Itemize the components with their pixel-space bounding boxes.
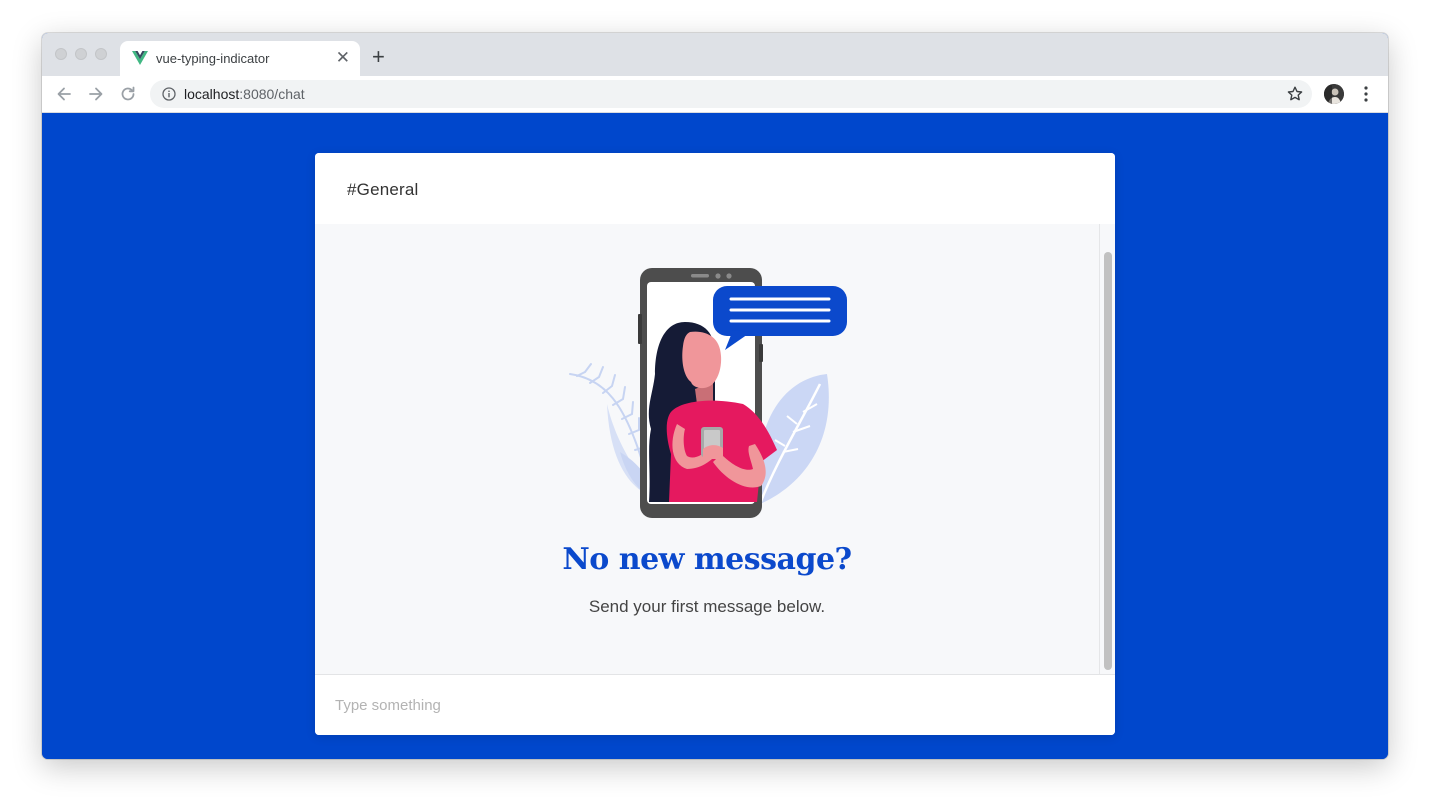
arrow-left-icon[interactable] (54, 84, 74, 104)
avatar[interactable] (1324, 84, 1344, 104)
star-icon[interactable] (1286, 85, 1304, 103)
browser-tab[interactable]: vue-typing-indicator ✕ (120, 41, 360, 76)
message-list[interactable]: No new message? Send your first message … (315, 224, 1099, 675)
empty-state-subtitle: Send your first message below. (588, 597, 826, 616)
vue-logo-icon (132, 51, 148, 65)
channel-name: #General (347, 180, 419, 199)
minimize-window-button[interactable] (75, 48, 87, 60)
browser-toolbar: localhost:8080/chat (42, 76, 1388, 113)
new-tab-button[interactable]: + (372, 46, 385, 68)
url-host: localhost (184, 86, 240, 102)
reload-icon[interactable] (118, 84, 138, 104)
close-window-button[interactable] (55, 48, 67, 60)
chat-header: #General (315, 153, 1115, 224)
person-texting-illustration (569, 268, 847, 518)
tab-bar: vue-typing-indicator ✕ + (42, 33, 1388, 76)
scrollbar-thumb[interactable] (1104, 252, 1112, 670)
chat-panel: #General No new message? Send your first… (315, 153, 1115, 735)
tab-title: vue-typing-indicator (156, 51, 270, 66)
zoom-window-button[interactable] (95, 48, 107, 60)
chat-bubble-illustration (713, 286, 847, 350)
browser-window: vue-typing-indicator ✕ + localhost:8080/… (42, 33, 1388, 759)
close-tab-icon[interactable]: ✕ (336, 48, 350, 68)
url-text[interactable]: localhost:8080/chat (184, 86, 305, 102)
profile-photo (1324, 84, 1344, 104)
info-icon[interactable] (162, 87, 176, 101)
message-composer (315, 674, 1115, 735)
kebab-menu-icon[interactable] (1358, 84, 1374, 104)
url-path: :8080/chat (239, 86, 305, 102)
address-bar[interactable]: localhost:8080/chat (150, 80, 1312, 108)
page-content: #General No new message? Send your first… (42, 113, 1388, 759)
message-input[interactable] (335, 691, 1075, 719)
empty-state-title: No new message? (562, 542, 852, 577)
arrow-right-icon[interactable] (86, 84, 106, 104)
scrollbar[interactable] (1099, 224, 1115, 675)
